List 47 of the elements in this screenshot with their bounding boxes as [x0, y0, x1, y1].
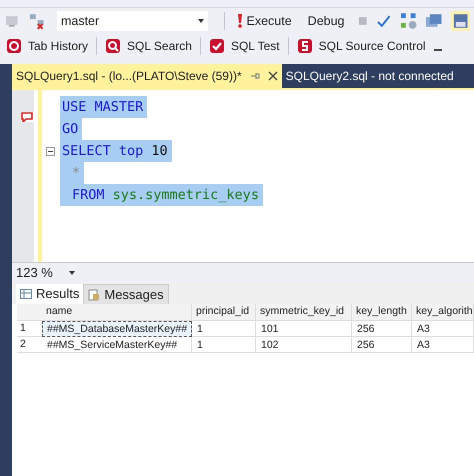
- results-tab[interactable]: Messages: [83, 284, 169, 304]
- table-cell: 256: [352, 320, 412, 336]
- grid-icon: [20, 289, 32, 299]
- table-cell: ##MS_ServiceMasterKey##: [42, 336, 192, 352]
- tab-history-logo-icon: [6, 38, 22, 54]
- column-header[interactable]: principal_id: [192, 304, 256, 320]
- toolbar-button[interactable]: SQL Test: [206, 37, 282, 55]
- dropdown-arrow-icon: [68, 270, 75, 274]
- table-cell: ##MS_DatabaseMasterKey##: [42, 320, 192, 336]
- toolbar-button[interactable]: SQL Search: [103, 37, 194, 55]
- table-cell: A3: [412, 336, 474, 352]
- document-icon: [88, 288, 100, 300]
- checkmark-icon[interactable]: [376, 13, 392, 29]
- table-cell: 1: [192, 320, 256, 336]
- table-cell: 101: [256, 320, 352, 336]
- search-logo-icon: [105, 38, 122, 54]
- dropdown-arrow-icon: [198, 19, 204, 23]
- document-tab[interactable]: SQLQuery2.sql - not connected: [282, 64, 458, 88]
- exclamation-icon: [236, 14, 242, 28]
- pin-icon[interactable]: [250, 71, 260, 81]
- database-dropdown[interactable]: master: [56, 11, 208, 31]
- column-header[interactable]: key_algorith: [412, 304, 474, 320]
- document-tab[interactable]: SQLQuery1.sql - (lo...(PLATO\Steve (59))*: [12, 64, 282, 88]
- table-cell: 102: [256, 336, 352, 352]
- column-header[interactable]: symmetric_key_id: [256, 304, 352, 320]
- windows-icon[interactable]: [425, 12, 443, 30]
- column-header[interactable]: key_length: [352, 304, 412, 320]
- table-cell: 256: [352, 336, 412, 352]
- check-logo-icon: [208, 38, 225, 54]
- results-tab[interactable]: Results: [16, 284, 84, 304]
- column-header[interactable]: name: [42, 304, 192, 320]
- close-icon[interactable]: [268, 71, 278, 81]
- save-results-icon[interactable]: [450, 11, 470, 31]
- row-number: 1: [19, 320, 27, 336]
- speech-bubble-icon: [21, 112, 33, 122]
- debug-button[interactable]: Debug: [304, 10, 349, 32]
- add-in-marker[interactable]: [21, 112, 34, 122]
- row-number: 2: [19, 336, 27, 352]
- disconnect-icon[interactable]: [28, 12, 45, 30]
- table-cell: 1: [192, 336, 256, 352]
- collapse-icon[interactable]: [46, 146, 55, 156]
- toolbar-button[interactable]: SQL Source Control: [294, 37, 428, 55]
- execute-button[interactable]: Execute: [232, 10, 296, 32]
- zoom-dropdown[interactable]: 123 %: [12, 262, 79, 282]
- toolbar-button[interactable]: Tab History: [4, 37, 90, 55]
- source-control-logo-icon: [296, 38, 313, 54]
- table-cell: A3: [412, 320, 474, 336]
